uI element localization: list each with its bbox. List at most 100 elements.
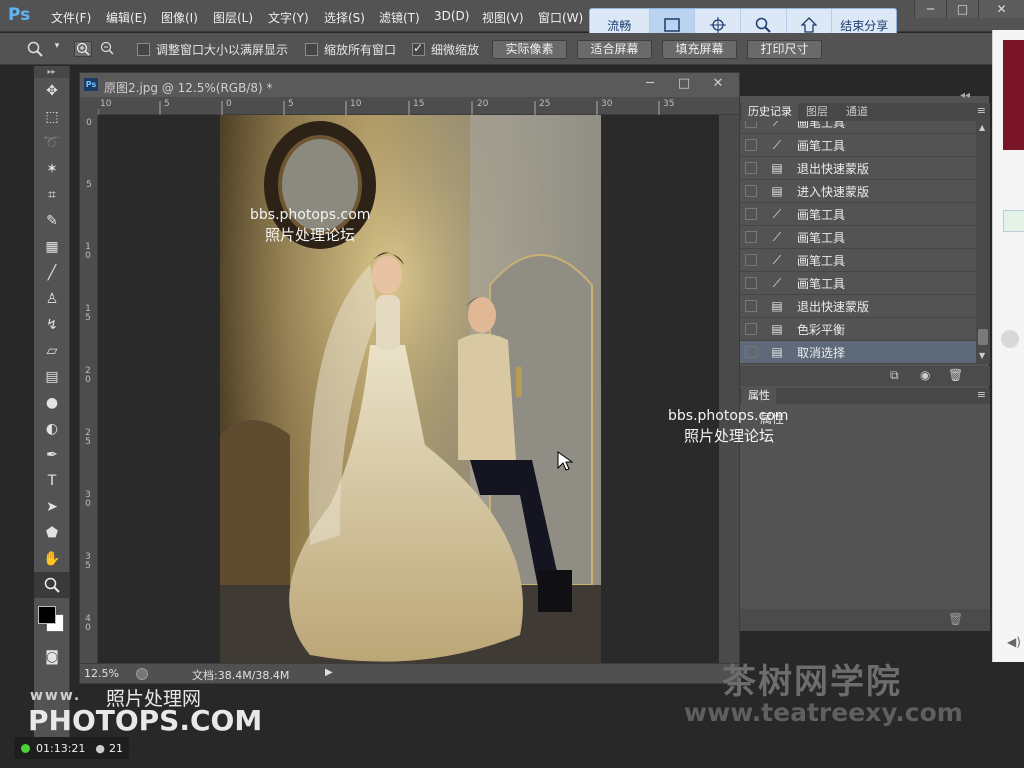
stamp-tool-icon[interactable]: ♙ (34, 286, 70, 312)
fit-screen-button[interactable]: 适合屏幕 (577, 40, 652, 59)
chat-contact-icon[interactable] (1001, 330, 1019, 348)
eyedropper-tool-icon[interactable]: ✎ (34, 208, 70, 234)
history-source-checkbox[interactable] (745, 254, 757, 266)
canvas-area[interactable] (98, 115, 721, 665)
menu-file[interactable]: 文件(F) (51, 9, 91, 26)
healing-tool-icon[interactable]: ▦ (34, 234, 70, 260)
horizontal-ruler[interactable]: 10 5 0 5 10 15 20 25 30 35 (98, 97, 741, 115)
menu-view[interactable]: 视图(V) (482, 9, 524, 26)
minimize-icon[interactable]: ─ (914, 0, 946, 18)
marquee-tool-icon[interactable]: ⬚ (34, 104, 70, 130)
magic-wand-tool-icon[interactable]: ✶ (34, 156, 70, 182)
document-vertical-scrollbar[interactable] (719, 115, 739, 665)
menu-layer[interactable]: 图层(L) (213, 9, 253, 26)
foreground-color-swatch[interactable] (38, 606, 56, 624)
zoom-in-icon[interactable] (74, 41, 92, 57)
resize-windows-checkbox[interactable] (137, 43, 150, 56)
status-info-icon[interactable] (136, 668, 148, 680)
history-item[interactable]: ⟋ 画笔工具 (740, 121, 976, 134)
menu-filter[interactable]: 滤镜(T) (379, 9, 420, 26)
history-source-checkbox[interactable] (745, 185, 757, 197)
shape-tool-icon[interactable]: ⬟ (34, 520, 70, 546)
menu-3d[interactable]: 3D(D) (434, 9, 469, 23)
scroll-up-icon[interactable]: ▲ (979, 123, 985, 132)
close-icon[interactable]: ✕ (978, 0, 1024, 18)
tab-history[interactable]: 历史记录 (742, 103, 798, 121)
history-item[interactable]: ▤ 退出快速蒙版 (740, 157, 976, 180)
menu-window[interactable]: 窗口(W) (538, 9, 583, 26)
zoom-tool-preset-icon[interactable] (26, 41, 44, 57)
tab-layers[interactable]: 图层 (800, 103, 834, 121)
doc-minimize-icon[interactable]: ─ (636, 75, 664, 93)
panel-collapse-icon[interactable]: ◂◂ (960, 90, 970, 101)
wedding-photo[interactable] (220, 115, 601, 665)
document-titlebar[interactable]: Ps 原图2.jpg @ 12.5%(RGB/8) * ─ □ ✕ (80, 73, 739, 97)
scrubby-zoom-checkbox[interactable] (412, 41, 425, 56)
chat-avatar-image[interactable] (1003, 40, 1024, 150)
quick-mask-icon[interactable]: ◙ (34, 644, 70, 670)
gradient-tool-icon[interactable]: ▤ (34, 364, 70, 390)
history-item[interactable]: ▤ 进入快速蒙版 (740, 180, 976, 203)
scrubby-zoom-option[interactable]: 细微缩放 (412, 41, 479, 58)
menu-edit[interactable]: 编辑(E) (106, 9, 147, 26)
chevron-down-icon[interactable]: ▾ (48, 41, 66, 57)
history-brush-tool-icon[interactable]: ↯ (34, 312, 70, 338)
zoom-all-option[interactable]: 缩放所有窗口 (305, 41, 396, 58)
menu-select[interactable]: 选择(S) (324, 9, 365, 26)
zoom-level[interactable]: 12.5% (84, 667, 119, 680)
history-item[interactable]: ⟋ 画笔工具 (740, 203, 976, 226)
trash-icon[interactable]: 🗑 (948, 368, 963, 382)
history-item[interactable]: ▤ 取消选择 (740, 341, 976, 364)
vertical-ruler[interactable]: 0 5 10 15 20 25 30 35 40 (80, 115, 98, 665)
history-source-checkbox[interactable] (745, 139, 757, 151)
panel-menu-icon[interactable]: ≡ (977, 104, 986, 117)
speaker-icon[interactable]: ◀) (1007, 635, 1021, 649)
actual-pixels-button[interactable]: 实际像素 (492, 40, 567, 59)
type-tool-icon[interactable]: T (34, 468, 70, 494)
scroll-thumb[interactable] (978, 329, 988, 345)
history-source-checkbox[interactable] (745, 323, 757, 335)
maximize-icon[interactable]: □ (946, 0, 978, 18)
scroll-down-icon[interactable]: ▼ (979, 351, 985, 360)
zoom-tool-icon[interactable] (34, 572, 70, 598)
pen-tool-icon[interactable]: ✒ (34, 442, 70, 468)
color-swatches[interactable] (34, 598, 70, 644)
fill-screen-button[interactable]: 填充屏幕 (662, 40, 737, 59)
ruler-origin[interactable] (80, 97, 98, 115)
status-menu-arrow-icon[interactable]: ▶ (325, 667, 333, 678)
lasso-tool-icon[interactable]: ➰ (34, 130, 70, 156)
history-item[interactable]: ▤ 退出快速蒙版 (740, 295, 976, 318)
properties-menu-icon[interactable]: ≡ (977, 388, 986, 401)
properties-trash-icon[interactable]: 🗑 (948, 612, 963, 626)
tab-channels[interactable]: 通道 (840, 103, 874, 121)
new-document-from-state-icon[interactable]: ⧉ (890, 368, 899, 383)
history-item[interactable]: ▤ 色彩平衡 (740, 318, 976, 341)
zoom-all-checkbox[interactable] (305, 43, 318, 56)
hand-tool-icon[interactable]: ✋ (34, 546, 70, 572)
resize-windows-option[interactable]: 调整窗口大小以满屏显示 (137, 41, 288, 58)
doc-maximize-icon[interactable]: □ (670, 75, 698, 93)
dodge-tool-icon[interactable]: ◐ (34, 416, 70, 442)
history-item[interactable]: ⟋ 画笔工具 (740, 249, 976, 272)
history-source-checkbox[interactable] (745, 162, 757, 174)
history-scrollbar[interactable]: ▲ ▼ (976, 121, 990, 364)
print-size-button[interactable]: 打印尺寸 (747, 40, 822, 59)
history-source-checkbox[interactable] (745, 121, 757, 128)
eraser-tool-icon[interactable]: ▱ (34, 338, 70, 364)
camera-snapshot-icon[interactable]: ◉ (920, 368, 930, 382)
brush-tool-icon[interactable]: ╱ (34, 260, 70, 286)
history-item[interactable]: ⟋ 画笔工具 (740, 134, 976, 157)
menu-type[interactable]: 文字(Y) (268, 9, 309, 26)
blur-tool-icon[interactable]: ● (34, 390, 70, 416)
history-source-checkbox[interactable] (745, 300, 757, 312)
path-select-tool-icon[interactable]: ➤ (34, 494, 70, 520)
history-source-checkbox[interactable] (745, 346, 757, 358)
history-source-checkbox[interactable] (745, 231, 757, 243)
doc-close-icon[interactable]: ✕ (704, 75, 732, 93)
history-item[interactable]: ⟋ 画笔工具 (740, 226, 976, 249)
zoom-out-icon[interactable] (98, 41, 116, 57)
history-source-checkbox[interactable] (745, 277, 757, 289)
move-tool-icon[interactable]: ✥ (34, 78, 70, 104)
history-item[interactable]: ⟋ 画笔工具 (740, 272, 976, 295)
tab-properties[interactable]: 属性 (742, 388, 776, 404)
